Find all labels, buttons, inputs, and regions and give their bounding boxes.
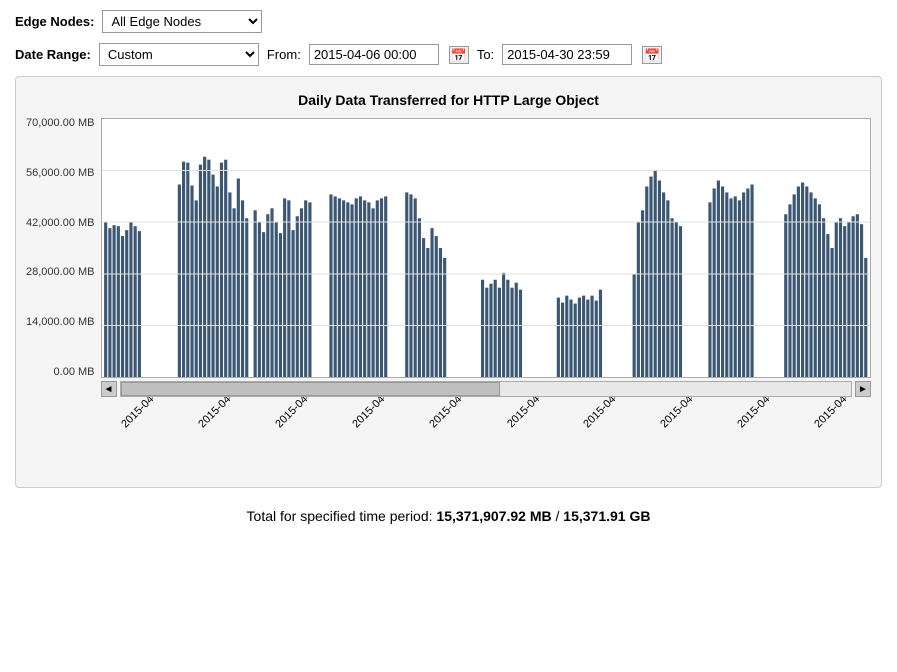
x-label-apr15: 2015-04-15	[794, 397, 871, 414]
total-separator: /	[556, 508, 560, 524]
x-label-apr07: 2015-04-07	[178, 397, 255, 414]
x-axis-labels: 2015-04-06 2015-04-07 2015-04-08 2015-04…	[101, 397, 872, 477]
chart-inner: ◄ ► 2015-04-06 2015-04-07 2015-04-08	[101, 118, 872, 477]
scroll-left-button[interactable]: ◄	[101, 381, 117, 397]
x-label-apr13: 2015-04-13	[640, 397, 717, 414]
y-label-5: 0.00 MB	[26, 367, 95, 378]
from-label: From:	[267, 47, 301, 62]
x-label-apr10: 2015-04-10	[409, 397, 486, 414]
scroll-right-button[interactable]: ►	[855, 381, 871, 397]
bars-svg	[102, 119, 871, 377]
chart-area: 70,000.00 MB 56,000.00 MB 42,000.00 MB 2…	[26, 118, 871, 477]
to-input[interactable]	[502, 44, 632, 65]
date-range-select[interactable]: CustomLast 7 DaysLast 30 DaysLast 90 Day…	[99, 43, 259, 66]
x-labels-row: 2015-04-06 2015-04-07 2015-04-08 2015-04…	[101, 397, 872, 414]
from-calendar-icon[interactable]: 📅	[449, 46, 469, 64]
x-label-apr09: 2015-04-09	[332, 397, 409, 414]
x-label-apr12: 2015-04-12	[563, 397, 640, 414]
date-range-label: Date Range:	[15, 47, 91, 62]
total-value-mb: 15,371,907.92 MB	[436, 508, 551, 524]
date-range-row: Date Range: CustomLast 7 DaysLast 30 Day…	[15, 43, 882, 66]
edge-nodes-label: Edge Nodes:	[15, 14, 94, 29]
bars-area	[101, 118, 872, 378]
x-label-apr14: 2015-04-14	[717, 397, 794, 414]
chart-title: Daily Data Transferred for HTTP Large Ob…	[26, 92, 871, 108]
x-label-apr06: 2015-04-06	[101, 397, 178, 414]
y-label-0: 70,000.00 MB	[26, 118, 95, 129]
chart-container: Daily Data Transferred for HTTP Large Ob…	[15, 76, 882, 488]
y-label-2: 42,000.00 MB	[26, 218, 95, 229]
edge-nodes-select[interactable]: All Edge Nodes	[102, 10, 262, 33]
y-axis: 70,000.00 MB 56,000.00 MB 42,000.00 MB 2…	[26, 118, 101, 378]
total-value-gb: 15,371.91 GB	[563, 508, 650, 524]
edge-nodes-row: Edge Nodes: All Edge Nodes	[15, 10, 882, 33]
total-line: Total for specified time period: 15,371,…	[15, 508, 882, 524]
from-input[interactable]	[309, 44, 439, 65]
y-label-3: 28,000.00 MB	[26, 267, 95, 278]
to-label: To:	[477, 47, 494, 62]
x-label-apr08: 2015-04-08	[255, 397, 332, 414]
total-label: Total for specified time period:	[247, 508, 433, 524]
scroll-track[interactable]	[120, 381, 853, 397]
to-calendar-icon[interactable]: 📅	[642, 46, 662, 64]
scroll-thumb[interactable]	[121, 382, 501, 396]
y-label-4: 14,000.00 MB	[26, 317, 95, 328]
x-label-apr11: 2015-04-11	[486, 397, 563, 414]
y-label-1: 56,000.00 MB	[26, 168, 95, 179]
controls-panel: Edge Nodes: All Edge Nodes Date Range: C…	[15, 10, 882, 66]
scrollbar[interactable]: ◄ ►	[101, 381, 872, 397]
